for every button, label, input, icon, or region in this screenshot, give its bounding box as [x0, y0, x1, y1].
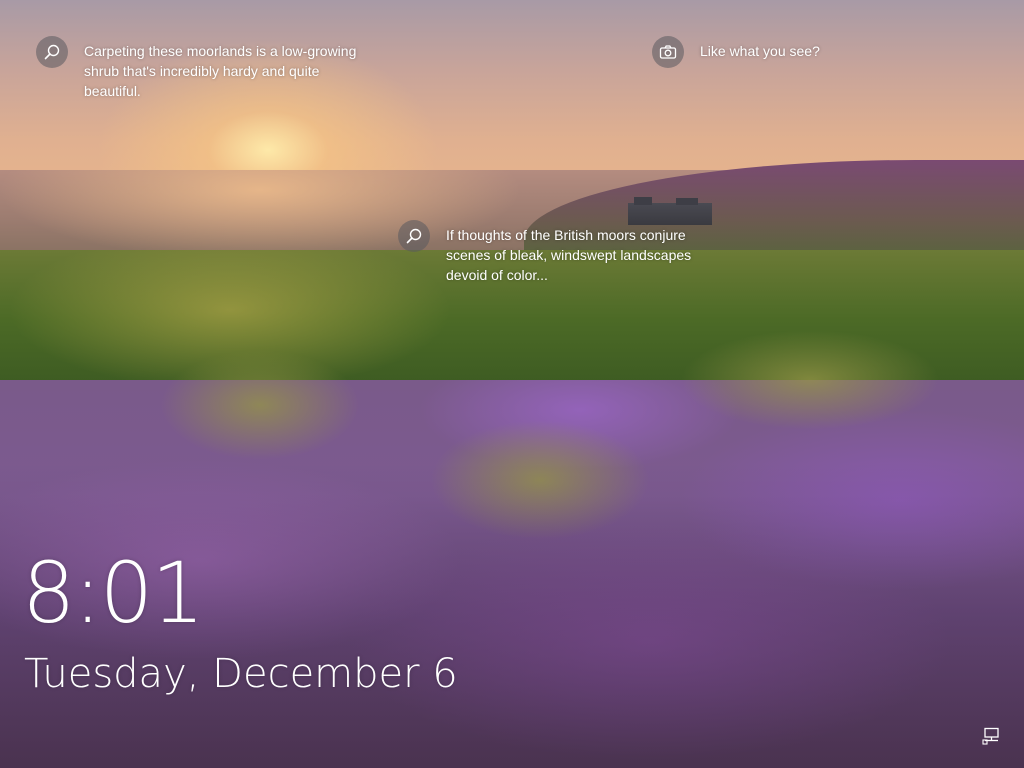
spotlight-hotspot-moorlands[interactable]: Carpeting these moorlands is a low-growi…: [36, 36, 374, 101]
network-icon[interactable]: [982, 727, 1002, 745]
search-icon[interactable]: [398, 220, 430, 252]
feedback-caption[interactable]: Like what you see?: [700, 41, 820, 61]
lock-screen-date: Tuesday, December 6: [24, 651, 458, 697]
spotlight-feedback[interactable]: Like what you see?: [652, 36, 820, 68]
search-icon[interactable]: [36, 36, 68, 68]
hotspot-caption[interactable]: Carpeting these moorlands is a low-growi…: [84, 41, 374, 101]
lock-screen[interactable]: Carpeting these moorlands is a low-growi…: [0, 0, 1024, 768]
hotspot-caption[interactable]: If thoughts of the British moors conjure…: [446, 225, 716, 285]
camera-icon[interactable]: [652, 36, 684, 68]
lock-screen-time: 8:01: [22, 544, 205, 642]
spotlight-hotspot-british-moors[interactable]: If thoughts of the British moors conjure…: [398, 220, 716, 285]
